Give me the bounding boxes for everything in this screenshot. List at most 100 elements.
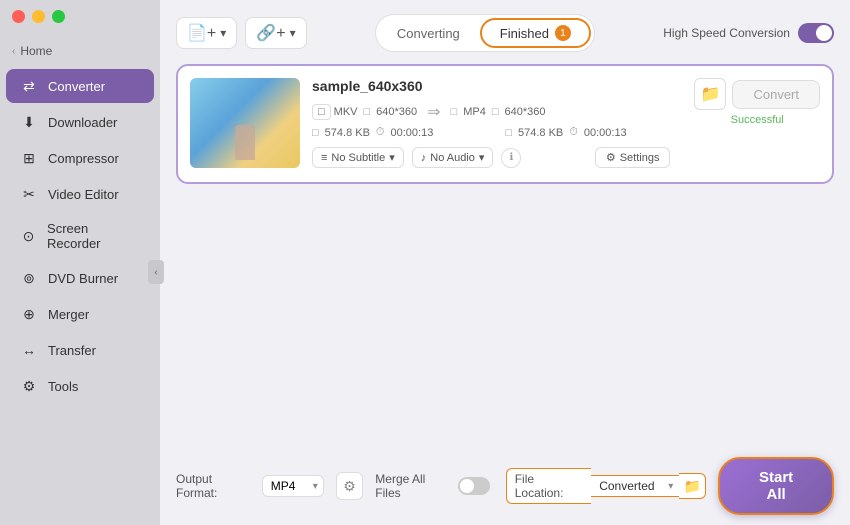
location-folder-button[interactable]: 📁: [679, 473, 706, 499]
arrow-right-icon: ⇒: [427, 102, 440, 122]
source-format-value: MKV: [334, 106, 358, 118]
converter-icon: ⇄: [20, 77, 38, 95]
header-left: 📄+ ▾ 🔗+ ▾: [176, 17, 307, 49]
start-all-button[interactable]: Start All: [718, 457, 834, 515]
sidebar-item-tools[interactable]: ⚙ Tools: [6, 369, 154, 403]
maximize-button[interactable]: [52, 10, 65, 23]
file-location-label: File Location:: [506, 468, 592, 504]
close-button[interactable]: [12, 10, 25, 23]
add-file-chevron: ▾: [220, 26, 226, 40]
tabs-container: Converting Finished 1: [375, 14, 595, 52]
source-size-icon: □: [312, 127, 319, 139]
subtitle-select[interactable]: ≡ No Subtitle ▾: [312, 147, 404, 168]
audio-select[interactable]: ♪ No Audio ▾: [412, 147, 494, 168]
convert-button[interactable]: Convert: [732, 80, 820, 109]
screen-recorder-icon: ⊙: [20, 227, 37, 245]
sidebar-item-label: Tools: [48, 379, 78, 394]
compressor-icon: ⊞: [20, 149, 38, 167]
chevron-left-icon: ‹: [12, 46, 15, 57]
thumbnail-figure: [235, 125, 255, 160]
target-resolution: 640*360: [505, 106, 546, 118]
output-folder-button[interactable]: 📁: [694, 78, 726, 110]
tab-converting[interactable]: Converting: [379, 18, 478, 48]
add-url-icon: 🔗+: [256, 23, 285, 43]
sidebar-item-downloader[interactable]: ⬇ Downloader: [6, 105, 154, 139]
video-editor-icon: ✂: [20, 185, 38, 203]
file-location-area: File Location: Converted Custom... 📁: [506, 468, 706, 504]
source-resolution: 640*360: [376, 106, 417, 118]
subtitle-icon: ≡: [321, 152, 327, 164]
settings-icon: ⚙: [606, 151, 616, 164]
traffic-lights: [12, 10, 65, 23]
subtitle-label: No Subtitle: [331, 152, 385, 164]
target-duration: 00:00:13: [584, 127, 627, 139]
audio-label: No Audio: [430, 152, 475, 164]
add-url-chevron: ▾: [290, 26, 296, 40]
source-clock-icon: ⏱: [376, 126, 385, 139]
sidebar-item-label: Screen Recorder: [47, 221, 140, 251]
speed-toggle-area: High Speed Conversion: [663, 23, 834, 43]
sidebar-item-label: Merger: [48, 307, 89, 322]
output-format-select[interactable]: MP4 MKV AVI MOV: [262, 475, 324, 497]
home-link[interactable]: ‹ Home: [0, 40, 160, 68]
add-url-button[interactable]: 🔗+ ▾: [245, 17, 306, 49]
main-content: 📄+ ▾ 🔗+ ▾ Converting Finished 1 High Spe…: [160, 0, 850, 525]
output-format-select-wrap: MP4 MKV AVI MOV: [262, 475, 324, 497]
settings-label: Settings: [620, 152, 660, 164]
sidebar-item-transfer[interactable]: ↔ Transfer: [6, 333, 154, 367]
target-format: MP4: [463, 106, 486, 118]
file-name: sample_640x360: [312, 78, 670, 94]
tab-converting-label: Converting: [397, 26, 460, 41]
add-file-button[interactable]: 📄+ ▾: [176, 17, 237, 49]
downloader-icon: ⬇: [20, 113, 38, 131]
speed-toggle-switch[interactable]: [798, 23, 834, 43]
source-duration: 00:00:13: [391, 127, 434, 139]
sidebar-item-label: Converter: [48, 79, 105, 94]
header-row: 📄+ ▾ 🔗+ ▾ Converting Finished 1 High Spe…: [176, 14, 834, 52]
info-button[interactable]: ℹ: [501, 148, 521, 168]
merge-toggle-area: Merge All Files: [375, 472, 489, 500]
sidebar-item-dvd-burner[interactable]: ⊚ DVD Burner: [6, 261, 154, 295]
target-size-icon: □: [505, 127, 512, 139]
tab-finished[interactable]: Finished 1: [480, 18, 591, 48]
file-location-select[interactable]: Converted Custom...: [591, 475, 679, 497]
source-format-label: □: [312, 104, 331, 120]
output-format-label: Output Format:: [176, 472, 254, 500]
finished-badge: 1: [555, 25, 571, 41]
format-settings-button[interactable]: ⚙: [336, 472, 364, 500]
file-meta-size-row: □ 574.8 KB ⏱ 00:00:13 □ 574.8 KB ⏱ 00:00…: [312, 126, 670, 139]
sidebar-item-label: Downloader: [48, 115, 117, 130]
bottom-bar: Output Format: MP4 MKV AVI MOV ⚙ Merge A…: [160, 447, 850, 525]
file-card: sample_640x360 □ MKV □ 640*360 ⇒ □ MP4 □…: [176, 64, 834, 184]
merge-toggle-switch[interactable]: [458, 477, 489, 495]
transfer-icon: ↔: [20, 341, 38, 359]
sidebar-item-label: Transfer: [48, 343, 96, 358]
success-label: Successful: [731, 114, 784, 126]
sidebar: ‹ Home ⇄ Converter ⬇ Downloader ⊞ Compre…: [0, 0, 160, 525]
target-format-icon: □: [451, 106, 458, 118]
speed-label: High Speed Conversion: [663, 26, 790, 40]
convert-area: 📁 Convert Successful: [694, 78, 820, 126]
audio-icon: ♪: [421, 152, 427, 164]
file-thumbnail: [190, 78, 300, 168]
target-size: 574.8 KB: [518, 127, 563, 139]
merge-label: Merge All Files: [375, 472, 452, 500]
sidebar-item-video-editor[interactable]: ✂ Video Editor: [6, 177, 154, 211]
target-resolution-icon: □: [492, 106, 499, 118]
add-file-icon: 📄+: [187, 23, 216, 43]
sidebar-item-label: DVD Burner: [48, 271, 118, 286]
file-meta-source-row: □ MKV □ 640*360 ⇒ □ MP4 □ 640*360: [312, 102, 670, 122]
location-select-wrap: Converted Custom...: [591, 475, 679, 497]
target-clock-icon: ⏱: [569, 126, 578, 139]
sidebar-collapse-button[interactable]: ‹: [148, 260, 164, 284]
sidebar-item-merger[interactable]: ⊕ Merger: [6, 297, 154, 331]
minimize-button[interactable]: [32, 10, 45, 23]
source-resolution-icon: □: [364, 106, 371, 118]
sidebar-item-screen-recorder[interactable]: ⊙ Screen Recorder: [6, 213, 154, 259]
file-info: sample_640x360 □ MKV □ 640*360 ⇒ □ MP4 □…: [312, 78, 670, 168]
sidebar-item-converter[interactable]: ⇄ Converter: [6, 69, 154, 103]
merger-icon: ⊕: [20, 305, 38, 323]
settings-button[interactable]: ⚙ Settings: [595, 147, 671, 168]
sidebar-item-compressor[interactable]: ⊞ Compressor: [6, 141, 154, 175]
sidebar-item-label: Video Editor: [48, 187, 119, 202]
